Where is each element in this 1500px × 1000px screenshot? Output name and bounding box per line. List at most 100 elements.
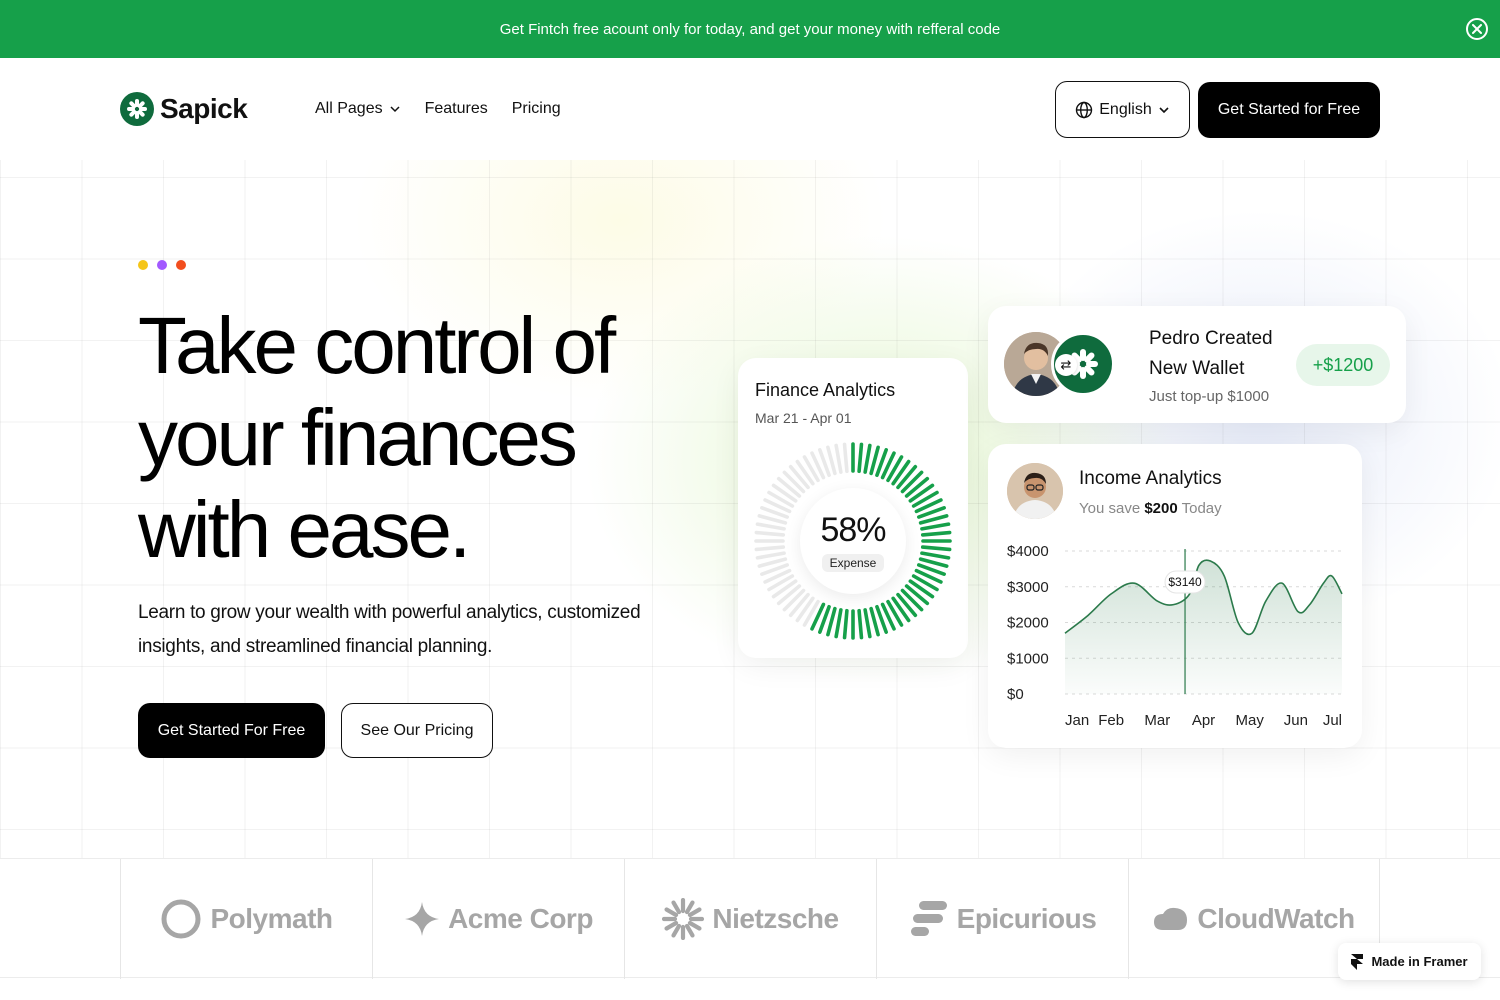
- gauge-tick: [920, 545, 952, 552]
- hero-section: Take control of your finances with ease.…: [0, 160, 1500, 858]
- stacked-bars-icon: [910, 901, 947, 936]
- gauge-tick: [863, 608, 872, 639]
- framer-badge-label: Made in Framer: [1371, 954, 1468, 969]
- globe-icon: [1076, 101, 1093, 118]
- x-tick-label: Jan: [1065, 712, 1089, 729]
- wallet-notification-card: ⇄ Pedro Created New Wallet Just top-up $…: [988, 306, 1406, 423]
- language-selector[interactable]: English: [1055, 81, 1190, 138]
- hero-subcopy: Learn to grow your wealth with powerful …: [138, 602, 641, 657]
- gauge-tick: [782, 588, 806, 612]
- y-tick-label: $3000: [1007, 579, 1049, 596]
- gauge-tick: [776, 584, 802, 606]
- swap-icon: ⇄: [1055, 354, 1077, 376]
- gauge-tick: [842, 442, 849, 474]
- gauge-tick: [842, 608, 849, 640]
- nav-link-features[interactable]: Features: [425, 100, 488, 118]
- partner-name: Polymath: [210, 903, 333, 934]
- gauge-tick: [920, 522, 951, 531]
- y-tick-label: $2000: [1007, 615, 1049, 632]
- announcement-text: Get Fintch free acount only for today, a…: [499, 20, 1001, 38]
- gauge-tick: [754, 530, 786, 537]
- x-tick-label: Jun: [1284, 712, 1308, 729]
- chevron-down-icon: [1159, 106, 1169, 113]
- gauge-tick: [788, 464, 810, 490]
- gauge-tick: [757, 557, 788, 568]
- y-tick-label: $4000: [1007, 543, 1049, 560]
- sparkle-icon: [405, 902, 440, 936]
- nav-link-label: All Pages: [315, 100, 383, 117]
- gauge-tick: [834, 608, 843, 639]
- gauge-tick: [826, 606, 837, 637]
- partner-name: Epicurious: [956, 903, 1097, 934]
- gauge-tick: [904, 584, 930, 606]
- announcement-bar: Get Fintch free acount only for today, a…: [0, 0, 1500, 58]
- get-started-button[interactable]: Get Started For Free: [138, 703, 325, 758]
- x-tick-label: Jul: [1323, 712, 1342, 729]
- get-started-nav-button[interactable]: Get Started for Free: [1198, 82, 1380, 138]
- gauge-tick: [857, 442, 864, 474]
- gauge-tick: [869, 445, 880, 476]
- cloud-icon: [1154, 907, 1188, 930]
- gauge-tick: [900, 470, 924, 494]
- partner-name: Nietzsche: [712, 903, 839, 934]
- see-pricing-button[interactable]: See Our Pricing: [341, 703, 493, 758]
- finance-card-title: Finance Analytics: [755, 380, 896, 400]
- y-tick-label: $0: [1007, 686, 1024, 703]
- gauge-tick: [869, 606, 880, 637]
- partner-name: Acme Corp: [448, 903, 593, 934]
- dot-orange: [176, 260, 186, 270]
- gauge-tick: [896, 592, 918, 618]
- top-navigation: Sapick All Pages Features Pricing Englis…: [0, 58, 1500, 160]
- nav-link-pricing[interactable]: Pricing: [512, 100, 561, 118]
- sunburst-ray: [685, 900, 695, 915]
- partner-logo-polymath: Polymath: [120, 859, 372, 979]
- hero-headline: Take control of your finances with ease.: [138, 301, 616, 574]
- brand-logo[interactable]: Sapick: [120, 92, 248, 126]
- highlight-label: $3140: [1168, 575, 1202, 589]
- gauge-tick: [826, 445, 837, 476]
- dot-purple: [157, 260, 167, 270]
- gauge-center: 58% Expense: [800, 488, 906, 594]
- wallet-title: Pedro Created New Wallet: [1149, 328, 1273, 379]
- made-in-framer-badge[interactable]: Made in Framer: [1338, 943, 1481, 980]
- language-label: English: [1099, 100, 1152, 118]
- wallet-amount-badge: +$1200: [1296, 344, 1390, 386]
- nav-link-all-pages[interactable]: All Pages: [315, 100, 401, 118]
- income-analytics-card: Income Analytics You save $200 Today $40…: [988, 444, 1362, 748]
- gauge-tick: [920, 530, 952, 537]
- gauge-tick: [904, 476, 930, 498]
- sunburst-ray: [671, 900, 682, 915]
- gauge-tick: [755, 522, 786, 531]
- partner-logo-strip: Polymath Acme Corp Nietzsche Epicurious …: [0, 858, 1500, 979]
- gauge-tick: [896, 464, 918, 490]
- brand-name: Sapick: [160, 93, 248, 124]
- wallet-subtitle: Just top-up $1000: [1149, 388, 1270, 405]
- gauge-tick: [900, 588, 924, 612]
- x-tick-label: Feb: [1098, 712, 1124, 729]
- finance-card-date: Mar 21 - Apr 01: [755, 410, 852, 426]
- y-tick-label: $1000: [1007, 650, 1049, 667]
- partner-name: CloudWatch: [1197, 903, 1355, 934]
- gauge-tick: [918, 514, 949, 525]
- gauge-tick: [918, 557, 949, 568]
- x-tick-label: Apr: [1192, 712, 1215, 729]
- framer-icon: [1351, 953, 1364, 970]
- gauge-tick: [757, 514, 788, 525]
- gauge-tick: [920, 551, 951, 560]
- sunburst-ray: [688, 907, 702, 918]
- nav-link-label: Features: [424, 100, 488, 117]
- close-circle-icon[interactable]: [1466, 18, 1488, 40]
- dot-yellow: [138, 260, 148, 270]
- gauge-tick: [755, 551, 786, 560]
- gauge-tick: [754, 545, 786, 552]
- x-tick-label: Mar: [1144, 712, 1170, 729]
- x-tick-label: May: [1235, 712, 1264, 729]
- partner-logo-acme-corp: Acme Corp: [372, 859, 624, 979]
- partner-logo-epicurious: Epicurious: [876, 859, 1128, 979]
- sunburst-ray: [664, 920, 679, 931]
- gauge-tick: [834, 443, 843, 474]
- finance-analytics-card: Finance Analytics Mar 21 - Apr 01 58% Ex…: [738, 358, 968, 658]
- brand-mark-icon: [120, 92, 154, 126]
- nav-links: All Pages Features Pricing: [315, 100, 561, 118]
- expense-percent: 58%: [820, 510, 886, 549]
